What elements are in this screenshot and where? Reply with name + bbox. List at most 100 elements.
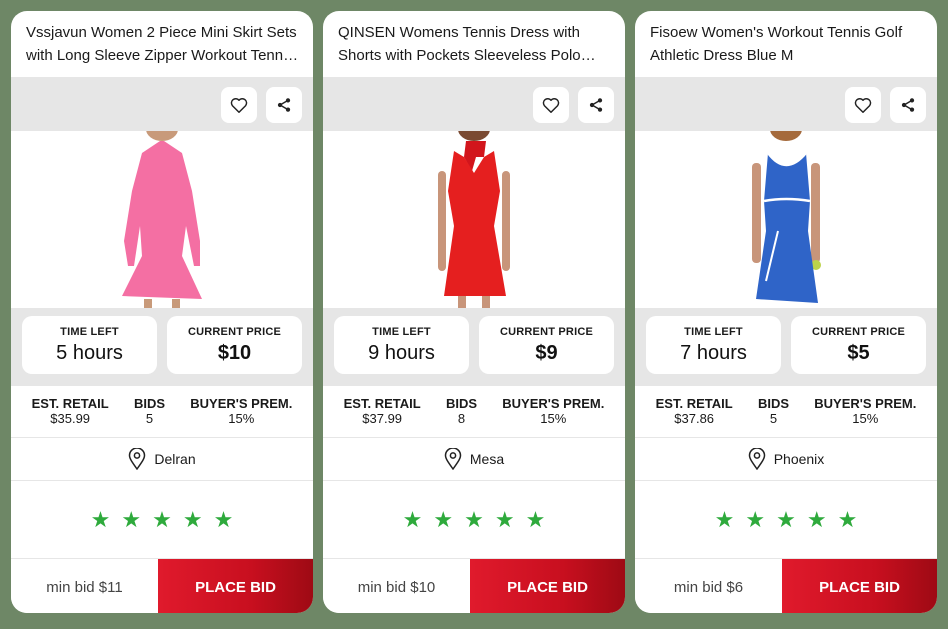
buyers-premium-label: BUYER'S PREM. (502, 396, 605, 411)
est-retail-label: EST. RETAIL (655, 396, 733, 411)
est-retail-label: EST. RETAIL (343, 396, 421, 411)
time-left-label: TIME LEFT (684, 326, 743, 338)
location-name: Mesa (469, 451, 505, 467)
listing-card[interactable]: Fisoew Women's Workout Tennis Golf Athle… (635, 11, 937, 613)
rating-stars: ★ ★ ★ ★ ★ (323, 481, 625, 559)
buyers-premium: BUYER'S PREM. 15% (814, 396, 916, 437)
bids: BIDS 8 (446, 396, 477, 437)
buyers-premium-value: 15% (852, 411, 879, 426)
current-price-label: CURRENT PRICE (499, 326, 594, 338)
current-price-value: $10 (217, 342, 252, 364)
star-icon: ★ (837, 506, 858, 532)
heart-icon (854, 98, 872, 113)
share-button[interactable] (890, 87, 926, 123)
star-icon: ★ (90, 506, 111, 532)
dress-shape (122, 141, 202, 299)
current-price-box: CURRENT PRICE $10 (167, 316, 302, 374)
bids-label: BIDS (757, 396, 789, 411)
star-icon: ★ (806, 506, 827, 532)
est-retail: EST. RETAIL $37.86 (656, 396, 733, 437)
star-icon: ★ (745, 506, 766, 532)
time-left-box: TIME LEFT 7 hours (646, 316, 781, 374)
star-icon: ★ (494, 506, 515, 532)
time-left-box: TIME LEFT 9 hours (334, 316, 469, 374)
listing-title[interactable]: Fisoew Women's Workout Tennis Golf Athle… (635, 11, 937, 77)
place-bid-button[interactable]: PLACE BID (782, 559, 937, 613)
est-retail: EST. RETAIL $35.99 (32, 396, 109, 437)
product-image[interactable] (635, 131, 937, 308)
min-bid: min bid $6 (635, 559, 782, 613)
star-icon: ★ (433, 506, 454, 532)
location-row: Delran (11, 438, 313, 481)
star-icon: ★ (402, 506, 423, 532)
listing-title[interactable]: QINSEN Womens Tennis Dress with Shorts w… (323, 11, 625, 77)
listing-card[interactable]: QINSEN Womens Tennis Dress with Shorts w… (323, 11, 625, 613)
favorite-button[interactable] (533, 87, 569, 123)
bid-row: min bid $10 PLACE BID (323, 559, 625, 613)
location-row: Mesa (323, 438, 625, 481)
location-pin-icon (129, 448, 146, 470)
est-retail: EST. RETAIL $37.99 (344, 396, 421, 437)
min-bid: min bid $10 (323, 559, 470, 613)
product-image[interactable] (323, 131, 625, 308)
heart-icon (230, 98, 248, 113)
bid-row: min bid $11 PLACE BID (11, 559, 313, 613)
bids-value: 5 (769, 411, 778, 426)
location-pin-icon (748, 448, 765, 470)
product-photo (122, 131, 202, 308)
time-left-value: 7 hours (680, 342, 747, 364)
star-icon: ★ (776, 506, 796, 532)
est-retail-value: $35.99 (50, 411, 91, 426)
buyers-premium-value: 15% (540, 411, 567, 426)
listing-grid: Vssjavun Women 2 Piece Mini Skirt Sets w… (0, 0, 948, 629)
dress-shape (444, 151, 506, 296)
est-retail-label: EST. RETAIL (31, 396, 109, 411)
location-name: Phoenix (773, 451, 825, 467)
star-icon: ★ (213, 506, 234, 532)
share-icon (589, 98, 603, 112)
buyers-premium: BUYER'S PREM. 15% (190, 396, 292, 437)
buyers-premium-label: BUYER'S PREM. (190, 396, 293, 411)
min-bid: min bid $11 (11, 559, 158, 613)
share-button[interactable] (578, 87, 614, 123)
listing-card[interactable]: Vssjavun Women 2 Piece Mini Skirt Sets w… (11, 11, 313, 613)
bids-label: BIDS (133, 396, 165, 411)
star-icon: ★ (525, 506, 546, 532)
star-icon: ★ (152, 506, 172, 532)
star-icon: ★ (182, 506, 203, 532)
buyers-premium: BUYER'S PREM. 15% (502, 396, 604, 437)
card-action-bar (11, 77, 313, 131)
share-button[interactable] (266, 87, 302, 123)
heart-icon (542, 98, 560, 113)
product-image[interactable] (11, 131, 313, 308)
bid-row: min bid $6 PLACE BID (635, 559, 937, 613)
share-icon (901, 98, 915, 112)
buyers-premium-value: 15% (228, 411, 255, 426)
product-photo (752, 131, 821, 303)
details-row: EST. RETAIL $37.86 BIDS 5 BUYER'S PREM. … (635, 386, 937, 438)
current-price-value: $5 (847, 342, 870, 364)
bids-label: BIDS (445, 396, 477, 411)
bids-value: 8 (457, 411, 466, 426)
place-bid-button[interactable]: PLACE BID (158, 559, 313, 613)
current-price-label: CURRENT PRICE (187, 326, 282, 338)
stats-bar: TIME LEFT 7 hours CURRENT PRICE $5 (635, 308, 937, 386)
time-left-label: TIME LEFT (372, 326, 431, 338)
time-left-value: 5 hours (56, 342, 123, 364)
stats-bar: TIME LEFT 9 hours CURRENT PRICE $9 (323, 308, 625, 386)
favorite-button[interactable] (221, 87, 257, 123)
place-bid-button[interactable]: PLACE BID (470, 559, 625, 613)
star-icon: ★ (714, 506, 735, 532)
current-price-box: CURRENT PRICE $9 (479, 316, 614, 374)
bids: BIDS 5 (758, 396, 789, 437)
rating-stars: ★ ★ ★ ★ ★ (635, 481, 937, 559)
product-photo (438, 131, 510, 308)
listing-title[interactable]: Vssjavun Women 2 Piece Mini Skirt Sets w… (11, 11, 313, 77)
details-row: EST. RETAIL $37.99 BIDS 8 BUYER'S PREM. … (323, 386, 625, 438)
favorite-button[interactable] (845, 87, 881, 123)
location-row: Phoenix (635, 438, 937, 481)
est-retail-value: $37.99 (362, 411, 403, 426)
card-action-bar (323, 77, 625, 131)
time-left-label: TIME LEFT (60, 326, 119, 338)
est-retail-value: $37.86 (674, 411, 715, 426)
